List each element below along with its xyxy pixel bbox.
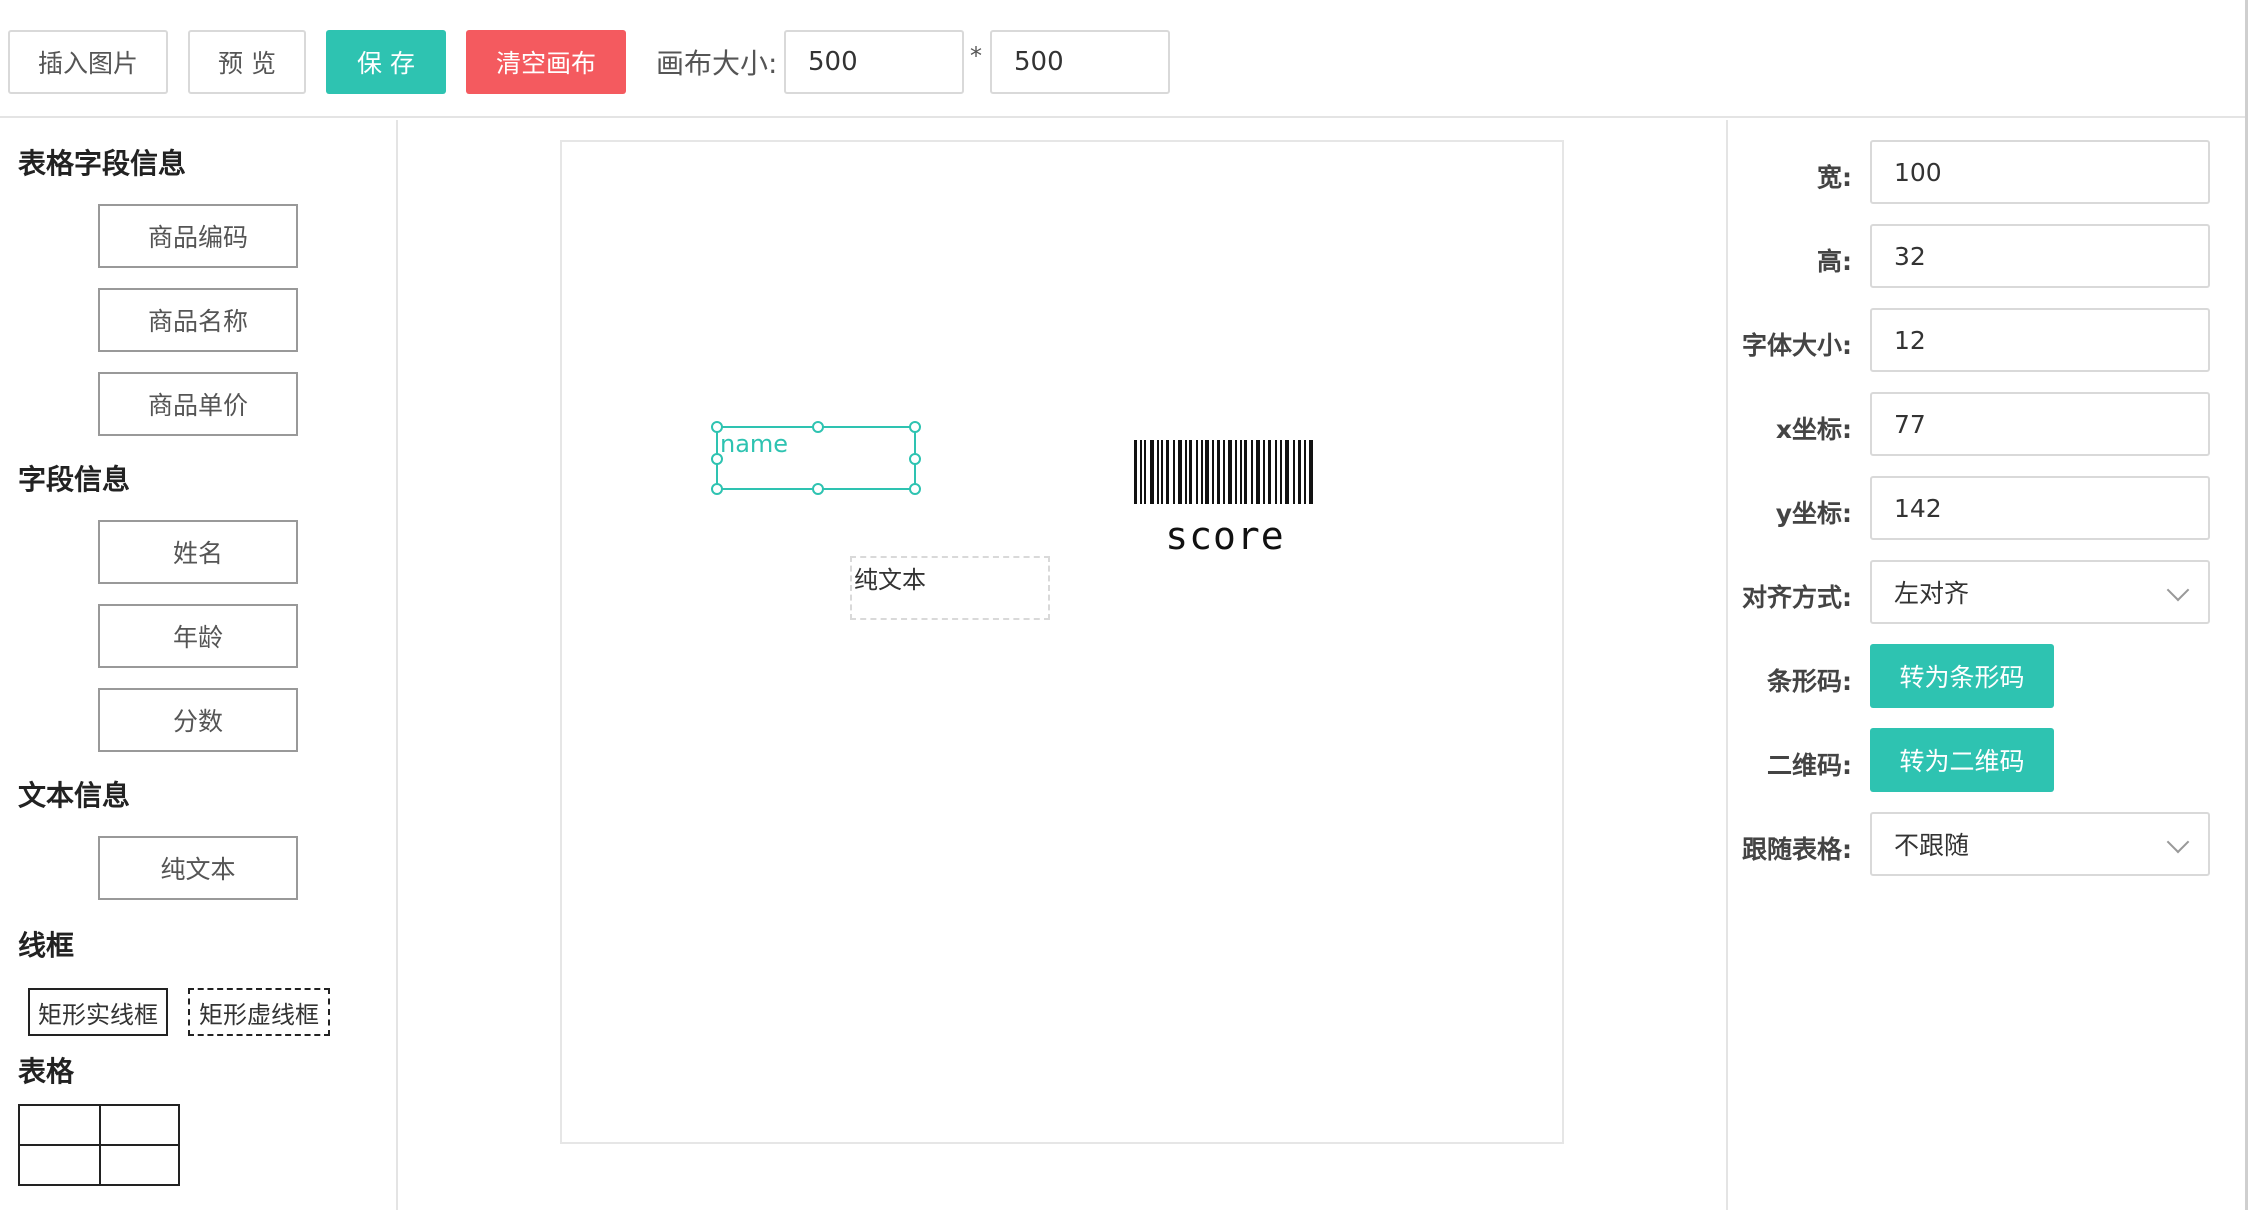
resize-handle-se[interactable]: [909, 483, 921, 495]
table-title: 表格: [18, 1055, 75, 1088]
chevron-down-icon: [2166, 830, 2190, 854]
barcode-label-text: 条形码:: [1767, 667, 1852, 696]
field-item-product-price[interactable]: 商品单价: [98, 372, 298, 436]
resize-handle-w[interactable]: [711, 453, 723, 465]
follow-table-select[interactable]: 不跟随: [1870, 812, 2210, 876]
frame-title: 线框: [18, 929, 75, 962]
barcode-icon: [1134, 440, 1313, 504]
font-size-input[interactable]: 12: [1870, 308, 2210, 372]
resize-handle-e[interactable]: [909, 453, 921, 465]
align-label: 对齐方式:: [1742, 583, 1852, 612]
convert-barcode-button[interactable]: 转为条形码: [1870, 644, 2054, 708]
text-item-plain[interactable]: 纯文本: [98, 836, 298, 900]
width-input[interactable]: 100: [1870, 140, 2210, 204]
canvas-name-element[interactable]: name: [711, 421, 921, 495]
y-coordinate-label: y坐标:: [1775, 499, 1852, 528]
canvas-plain-text-element[interactable]: 纯文本: [850, 556, 1050, 620]
canvas-size-label: 画布大小:: [656, 47, 778, 80]
canvas-width-input[interactable]: 500: [784, 30, 964, 94]
canvas-barcode-element[interactable]: score: [1130, 438, 1320, 558]
resize-handle-ne[interactable]: [909, 421, 921, 433]
font-size-label: 字体大小:: [1742, 331, 1852, 360]
properties-panel: 宽: 100 高: 32 字体大小: 12 x坐标: 77 y坐标: 142 对…: [1726, 120, 2245, 1210]
height-label: 高:: [1817, 247, 1852, 276]
follow-table-select-value: 不跟随: [1894, 831, 1970, 860]
height-input[interactable]: 32: [1870, 224, 2210, 288]
canvas-height-input[interactable]: 500: [990, 30, 1170, 94]
element-palette: 表格字段信息 商品编码 商品名称 商品单价 字段信息 姓名 年龄 分数 文本信息…: [0, 120, 398, 1210]
resize-handle-s[interactable]: [812, 483, 824, 495]
save-button[interactable]: 保 存: [326, 30, 446, 94]
preview-button[interactable]: 预 览: [188, 30, 306, 94]
resize-handle-n[interactable]: [812, 421, 824, 433]
field-item-name[interactable]: 姓名: [98, 520, 298, 584]
text-info-title: 文本信息: [18, 779, 131, 812]
solid-frame-button[interactable]: 矩形实线框: [28, 988, 168, 1036]
y-coordinate-input[interactable]: 142: [1870, 476, 2210, 540]
x-coordinate-input[interactable]: 77: [1870, 392, 2210, 456]
convert-qrcode-button[interactable]: 转为二维码: [1870, 728, 2054, 792]
canvas-name-text: name: [720, 430, 789, 458]
chevron-down-icon: [2166, 578, 2190, 602]
size-separator: *: [970, 42, 982, 70]
canvas-plain-text: 纯文本: [854, 566, 926, 594]
table-widget[interactable]: [18, 1104, 180, 1186]
qrcode-label-text: 二维码:: [1767, 751, 1852, 780]
field-item-age[interactable]: 年龄: [98, 604, 298, 668]
table-column-divider: [99, 1106, 101, 1184]
follow-table-label: 跟随表格:: [1742, 835, 1852, 864]
width-label: 宽:: [1817, 163, 1852, 192]
clear-canvas-button[interactable]: 清空画布: [466, 30, 626, 94]
field-item-score[interactable]: 分数: [98, 688, 298, 752]
design-canvas[interactable]: name 纯文本 score: [560, 140, 1564, 1144]
dashed-frame-button[interactable]: 矩形虚线框: [188, 988, 330, 1036]
resize-handle-sw[interactable]: [711, 483, 723, 495]
resize-handle-nw[interactable]: [711, 421, 723, 433]
barcode-label: score: [1165, 514, 1285, 558]
toolbar: 插入图片 预 览 保 存 清空画布 画布大小: 500 * 500: [0, 0, 2248, 118]
insert-image-button[interactable]: 插入图片: [8, 30, 168, 94]
align-select-value: 左对齐: [1894, 579, 1970, 608]
field-item-product-code[interactable]: 商品编码: [98, 204, 298, 268]
fields-title: 字段信息: [18, 463, 131, 496]
field-item-product-name[interactable]: 商品名称: [98, 288, 298, 352]
align-select[interactable]: 左对齐: [1870, 560, 2210, 624]
x-coordinate-label: x坐标:: [1775, 415, 1852, 444]
table-fields-title: 表格字段信息: [18, 147, 187, 180]
